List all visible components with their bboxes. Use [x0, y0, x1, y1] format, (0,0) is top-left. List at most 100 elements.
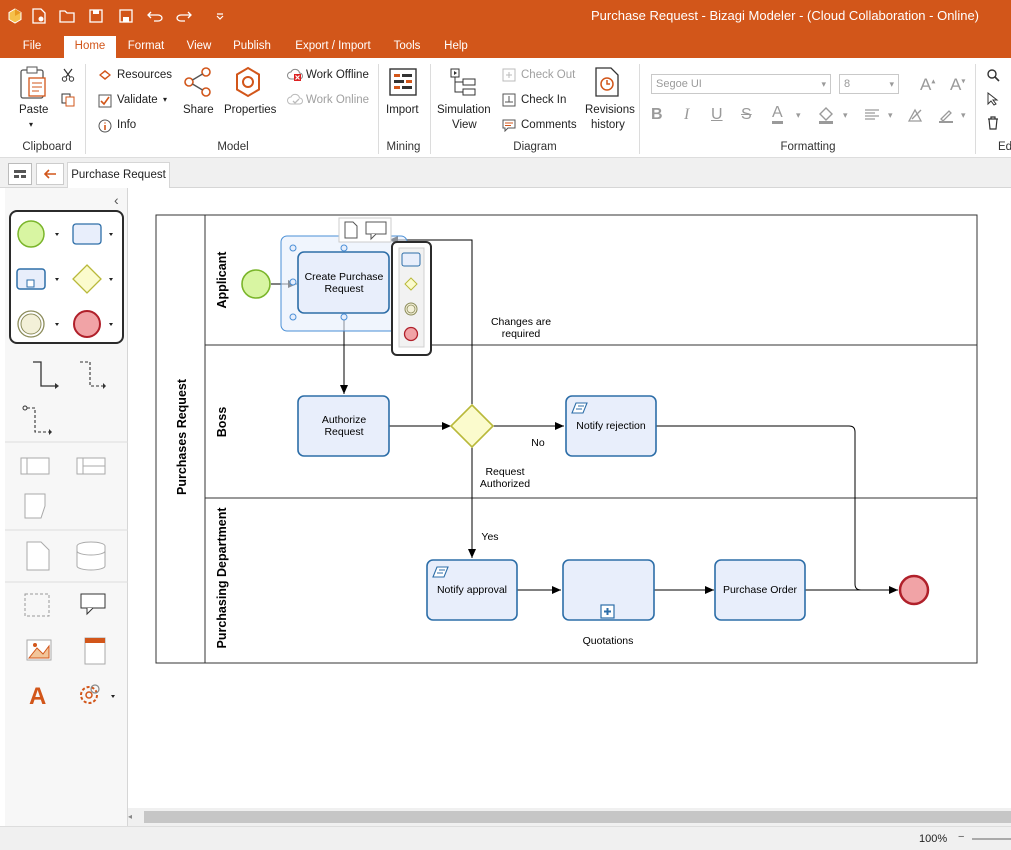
work-offline-button[interactable]: Work Offline	[306, 69, 369, 81]
font-color-icon[interactable]: A	[772, 105, 783, 124]
tab-file[interactable]: File	[10, 36, 54, 58]
custom-shapes-gear-icon[interactable]	[80, 684, 115, 704]
grow-font-icon[interactable]: A▴	[920, 75, 935, 95]
share-icon[interactable]	[182, 66, 214, 101]
subprocess-tool[interactable]	[16, 268, 59, 290]
zoom-out-icon[interactable]: −	[958, 831, 964, 843]
revisions-history-icon[interactable]	[594, 66, 620, 101]
task-authorize-request[interactable]: Authorize Request	[297, 395, 390, 457]
append-end-event-icon[interactable]	[403, 326, 419, 342]
paste-button[interactable]: Paste	[19, 104, 48, 116]
undo-icon[interactable]	[146, 7, 164, 25]
check-out-button[interactable]: Check Out	[521, 69, 575, 81]
milestone-tool[interactable]	[24, 493, 46, 519]
simulation-view-icon[interactable]	[449, 67, 479, 100]
font-size-select[interactable]: 8 ▾	[839, 74, 899, 94]
copy-icon[interactable]	[61, 93, 75, 110]
customize-toolbar-icon[interactable]	[211, 7, 229, 25]
text-annotation-tool[interactable]	[80, 593, 106, 616]
lane-tool[interactable]	[76, 457, 106, 475]
task-create-purchase-request[interactable]: Create Purchase Request	[280, 235, 408, 332]
task-notify-approval[interactable]: Notify approval	[426, 559, 518, 621]
data-store-tool[interactable]	[76, 541, 106, 571]
properties-gear-icon[interactable]	[233, 66, 263, 101]
header-tool[interactable]	[84, 637, 106, 665]
new-file-icon[interactable]	[30, 7, 48, 25]
italic-icon[interactable]: I	[684, 106, 689, 124]
sequence-flow-tool[interactable]	[33, 361, 59, 389]
properties-button[interactable]: Properties	[224, 104, 276, 116]
tab-export-import[interactable]: Export / Import	[286, 36, 380, 58]
validate-button[interactable]: Validate	[117, 94, 158, 106]
text-tool[interactable]: A	[29, 683, 46, 710]
chevron-down-icon[interactable]: ▾	[888, 110, 893, 121]
comments-button[interactable]: Comments	[521, 119, 577, 131]
tab-home[interactable]: Home	[64, 36, 116, 58]
diagram-map-icon[interactable]	[8, 163, 32, 185]
collapse-palette-icon[interactable]: ‹	[114, 192, 119, 208]
note-icon[interactable]	[344, 221, 358, 239]
start-event-tool[interactable]	[17, 220, 59, 248]
bold-icon[interactable]: B	[651, 106, 663, 124]
fill-color-icon[interactable]	[817, 106, 835, 127]
task-purchase-order[interactable]: Purchase Order	[714, 559, 806, 621]
delete-icon[interactable]	[986, 116, 1000, 133]
chevron-down-icon[interactable]: ▾	[843, 110, 848, 121]
zoom-slider[interactable]	[972, 838, 1011, 840]
association-tool[interactable]	[22, 405, 52, 435]
line-color-icon[interactable]	[938, 107, 954, 126]
end-event[interactable]	[898, 574, 930, 606]
check-in-button[interactable]: Check In	[521, 94, 566, 106]
find-icon[interactable]	[986, 68, 1000, 85]
validate-dropdown-icon[interactable]: ▾	[163, 95, 167, 104]
import-button[interactable]: Import	[386, 104, 419, 116]
select-icon[interactable]	[986, 91, 1000, 109]
tab-publish[interactable]: Publish	[226, 36, 278, 58]
redo-icon[interactable]	[175, 7, 193, 25]
tab-help[interactable]: Help	[436, 36, 476, 58]
message-flow-tool[interactable]	[80, 361, 106, 389]
paste-icon[interactable]	[18, 66, 48, 103]
document-tab-purchase-request[interactable]: Purchase Request	[67, 162, 170, 188]
info-button[interactable]: Info	[117, 119, 136, 131]
tab-tools[interactable]: Tools	[386, 36, 428, 58]
append-intermediate-event-icon[interactable]	[404, 302, 418, 316]
strikethrough-icon[interactable]: S	[741, 106, 752, 124]
task-notify-rejection[interactable]: Notify rejection	[565, 395, 657, 457]
underline-icon[interactable]: U	[711, 106, 723, 124]
horizontal-scrollbar[interactable]: ◂	[128, 808, 1011, 826]
revisions-history-button-line2[interactable]: history	[591, 119, 625, 131]
paste-dropdown-icon[interactable]: ▾	[29, 120, 33, 129]
gateway-tool[interactable]	[72, 264, 113, 294]
work-online-button[interactable]: Work Online	[306, 94, 369, 106]
chevron-down-icon[interactable]: ▾	[961, 110, 966, 121]
simulation-view-button-line2[interactable]: View	[452, 119, 477, 131]
data-object-tool[interactable]	[26, 541, 50, 571]
align-icon[interactable]	[864, 108, 880, 125]
scrollbar-thumb[interactable]	[144, 811, 1011, 823]
scroll-left-icon[interactable]: ◂	[128, 812, 138, 822]
font-name-select[interactable]: Segoe UI ▾	[651, 74, 831, 94]
save-icon[interactable]	[87, 7, 105, 25]
diagram-canvas[interactable]: Purchases Request Applicant Boss Purchas…	[128, 188, 1011, 808]
group-tool[interactable]	[24, 593, 50, 617]
import-icon[interactable]	[388, 67, 418, 100]
save-as-icon[interactable]	[117, 7, 135, 25]
image-tool[interactable]	[26, 639, 52, 661]
start-event[interactable]	[241, 269, 271, 299]
task-tool[interactable]	[72, 223, 113, 245]
share-button[interactable]: Share	[183, 104, 214, 116]
append-task-icon[interactable]	[401, 252, 421, 267]
clear-format-icon[interactable]	[907, 107, 923, 126]
pool-tool[interactable]	[20, 457, 50, 475]
tab-format[interactable]: Format	[120, 36, 172, 58]
tab-view[interactable]: View	[178, 36, 220, 58]
chevron-down-icon[interactable]: ▾	[796, 110, 801, 121]
revisions-history-button-line1[interactable]: Revisions	[585, 104, 635, 116]
cut-icon[interactable]	[61, 68, 75, 85]
shrink-font-icon[interactable]: A▾	[950, 75, 965, 95]
open-folder-icon[interactable]	[58, 7, 76, 25]
end-event-tool[interactable]	[73, 310, 113, 338]
back-arrow-icon[interactable]	[36, 163, 64, 185]
simulation-view-button-line1[interactable]: Simulation	[437, 104, 491, 116]
